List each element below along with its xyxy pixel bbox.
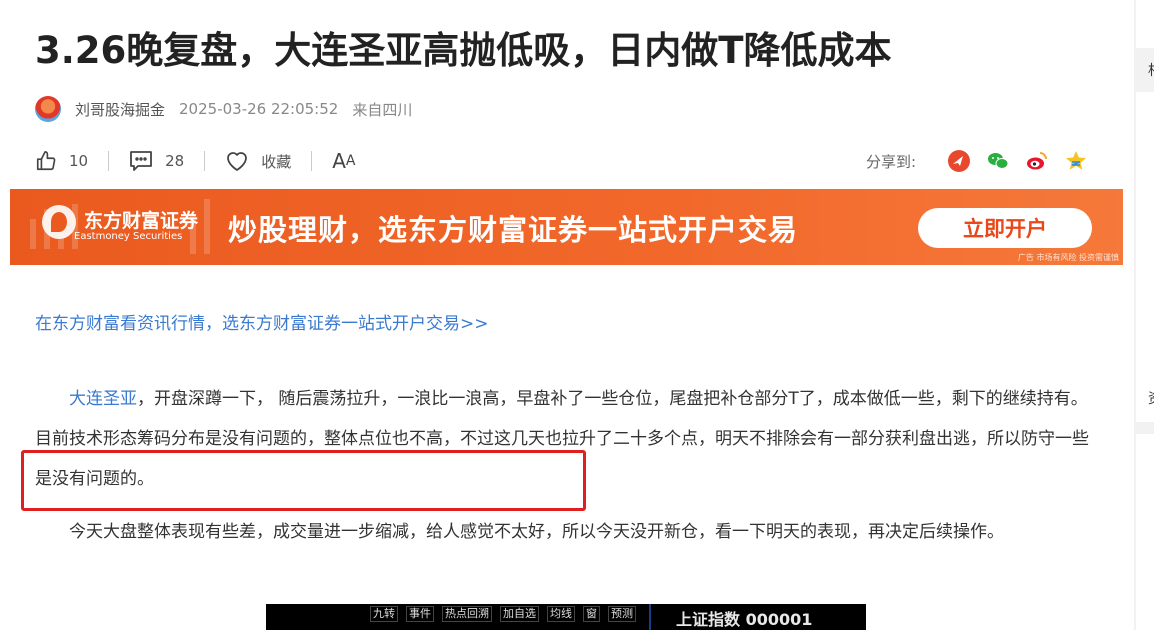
toutiao-icon[interactable] <box>947 149 971 173</box>
favorite-label: 收藏 <box>261 152 292 171</box>
banner-brand-en: Eastmoney Securities <box>74 231 183 242</box>
sidebar-text: 相 <box>1148 60 1154 80</box>
comment-icon <box>130 151 152 171</box>
font-size-button[interactable]: AA <box>332 149 355 173</box>
heart-icon <box>227 152 248 171</box>
font-big-glyph: A <box>332 149 346 173</box>
comment-count: 28 <box>165 152 185 170</box>
avatar[interactable] <box>35 96 61 122</box>
chart-toolbar: 九转 事件 热点回溯 加自选 均线 窗 预测 <box>370 606 636 622</box>
promo-link[interactable]: 在东方财富看资讯行情，选东方财富证券一站式开户交易>> <box>35 309 489 334</box>
right-sidebar: 相 资 <box>1134 0 1154 630</box>
qzone-icon[interactable] <box>1064 149 1088 173</box>
banner-slogan: 炒股理财，选东方财富证券一站式开户交易 <box>228 213 799 247</box>
toolbar-item: 窗 <box>583 606 600 622</box>
toolbar-item: 九转 <box>370 606 398 622</box>
toolbar-item: 热点回溯 <box>442 606 492 622</box>
ad-banner[interactable]: 东方财富证券 Eastmoney Securities 炒股理财，选东方财富证券… <box>10 189 1123 265</box>
ad-disclaimer: 广告 市场有风险 投资需谨慎 <box>1017 253 1119 262</box>
article-panel: 3.26晚复盘，大连圣亚高抛低吸，日内做T降低成本 刘哥股海掘金 2025-03… <box>0 0 1134 630</box>
location: 来自四川 <box>352 100 413 119</box>
toolbar-item: 均线 <box>547 606 575 622</box>
index-title: 上证指数 000001 <box>676 610 813 629</box>
sidebar-card <box>1136 92 1154 422</box>
open-account-button[interactable]: 立即开户 <box>918 208 1092 248</box>
divider <box>311 151 313 171</box>
sidebar-card <box>1136 0 1154 48</box>
share-bar: 分享到: <box>866 146 1088 176</box>
banner-brand: 东方财富证券 <box>84 210 199 232</box>
thumbs-up-icon <box>36 151 56 171</box>
toolbar-item: 事件 <box>406 606 434 622</box>
like-button[interactable]: 10 <box>35 150 88 172</box>
sidebar-card <box>1136 434 1154 630</box>
article-title: 3.26晚复盘，大连圣亚高抛低吸，日内做T降低成本 <box>35 29 892 72</box>
article-meta: 刘哥股海掘金 2025-03-26 22:05:52 来自四川 <box>35 95 412 123</box>
eastmoney-logo-icon <box>42 205 76 239</box>
paragraph-2: 今天大盘整体表现有些差，成交量进一步缩减，给人感觉不太好，所以今天没开新仓，看一… <box>69 522 1004 542</box>
toolbar-item: 预测 <box>608 606 636 622</box>
share-label: 分享到: <box>865 152 916 171</box>
action-bar: 10 28 收藏 AA <box>35 146 355 176</box>
chart-divider <box>649 604 651 630</box>
publish-time: 2025-03-26 22:05:52 <box>179 100 339 118</box>
font-small-glyph: A <box>345 153 356 169</box>
highlight-box <box>21 450 586 511</box>
like-count: 10 <box>69 152 89 170</box>
divider <box>108 151 110 171</box>
weibo-icon[interactable] <box>1025 149 1049 173</box>
divider <box>204 151 206 171</box>
wechat-icon[interactable] <box>986 149 1010 173</box>
toolbar-item: 加自选 <box>500 606 539 622</box>
comment-button[interactable]: 28 <box>129 150 184 172</box>
author-name[interactable]: 刘哥股海掘金 <box>75 99 165 120</box>
sidebar-text: 资 <box>1148 388 1154 408</box>
favorite-button[interactable]: 收藏 <box>225 150 291 172</box>
chart-screenshot-image: 九转 事件 热点回溯 加自选 均线 窗 预测 上证指数 000001 <box>266 604 866 630</box>
stock-link[interactable]: 大连圣亚 <box>69 389 137 409</box>
